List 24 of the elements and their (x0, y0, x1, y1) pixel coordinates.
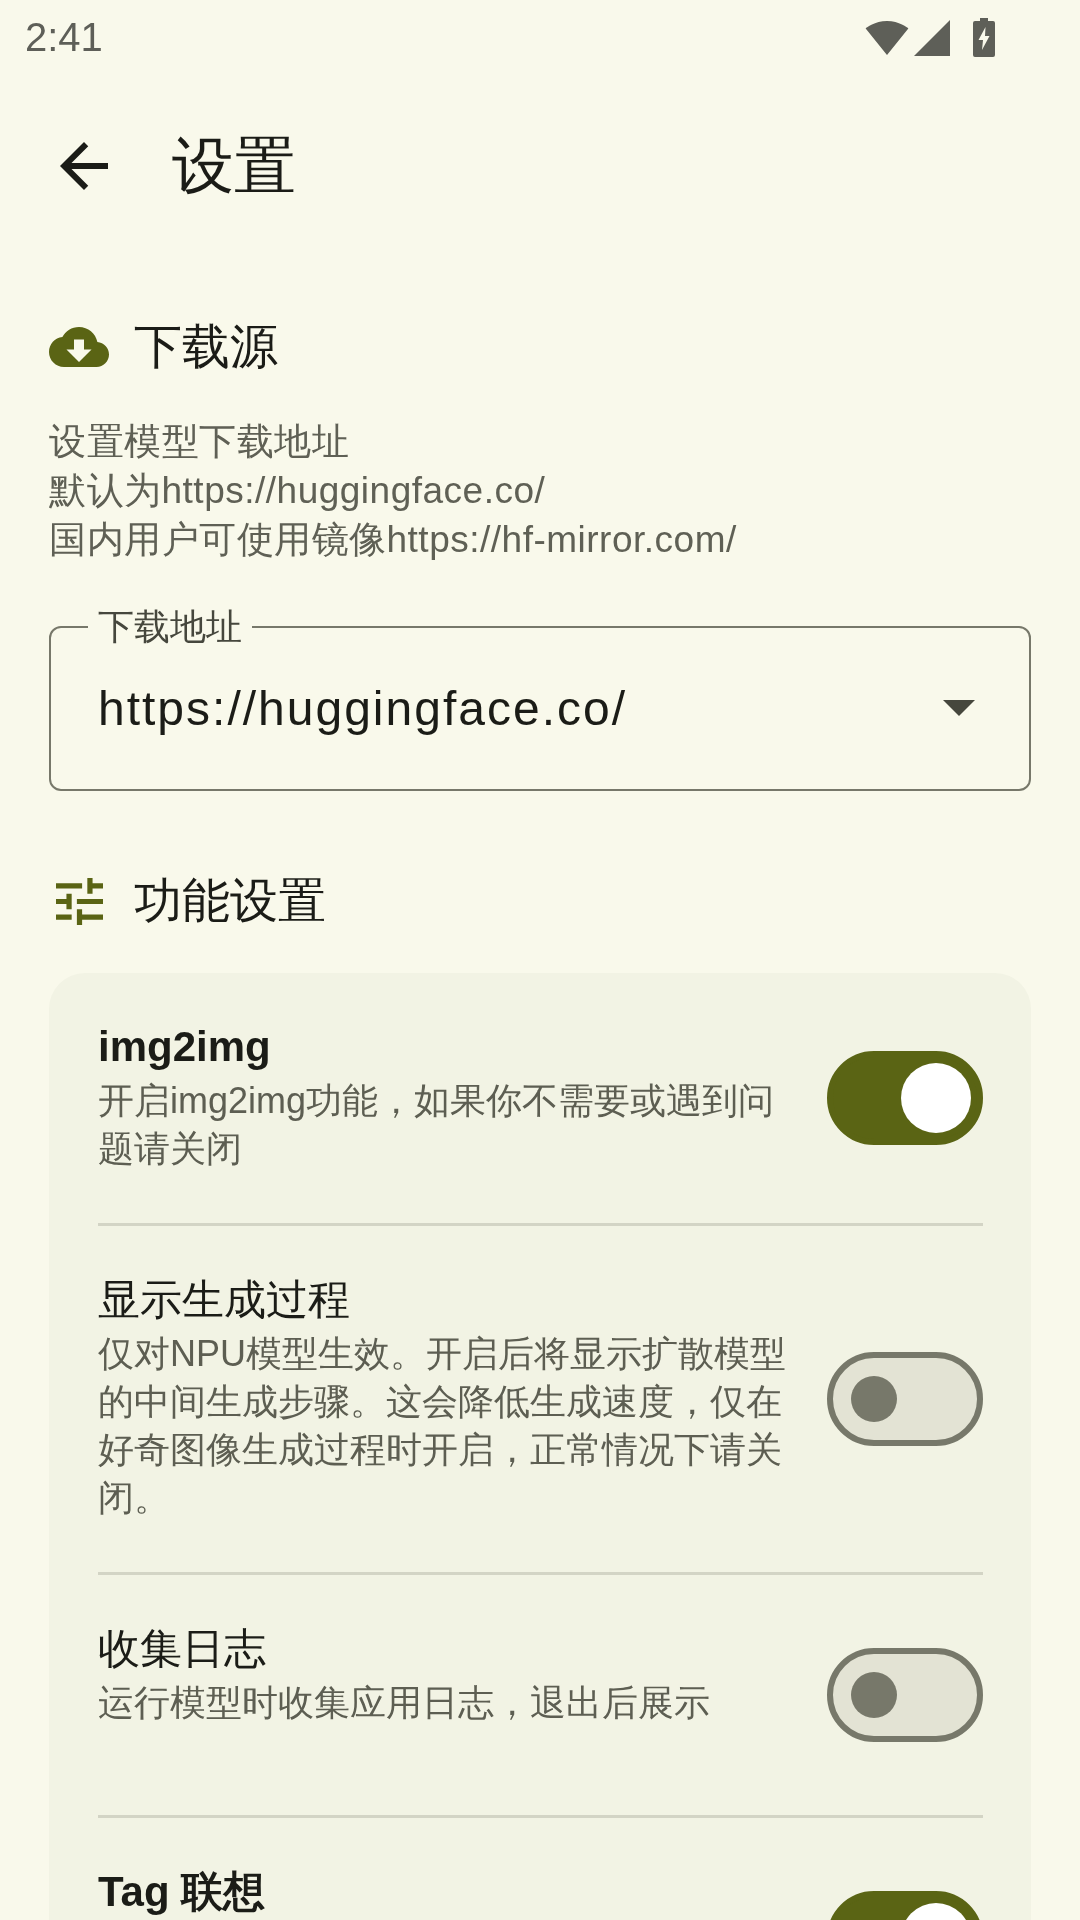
status-time: 2:41 (25, 15, 103, 60)
wifi-icon (865, 20, 909, 55)
description-line: 默认为https://huggingface.co/ (49, 469, 547, 513)
section-title: 下载源 (134, 319, 278, 375)
description-line: 国内用户可使用镜像https://hf-mirror.com/ (49, 518, 738, 562)
description-line: 设置模型下载地址 (49, 420, 350, 464)
dropdown-caret-icon (943, 700, 975, 716)
setting-title: Tag 联想 (98, 1868, 267, 1916)
field-label: 下载地址 (97, 607, 243, 647)
url-dropdown[interactable]: 下载地址 https://huggingface.co/ (49, 607, 1031, 791)
setting-description: 仅对NPU模型生效。开启后将显示扩散模型的中间生成步骤。这会降低生成速度，仅在好奇图像生成过程时开启，正常情况下请关闭。 (98, 1332, 787, 1520)
signal-icon (914, 19, 950, 56)
setting-description: 运行模型时收集应用日志，退出后展示 (98, 1681, 711, 1725)
setting-title: img2img (98, 1023, 272, 1071)
setting-title: 收集日志 (98, 1625, 267, 1673)
cloud-download-icon (49, 327, 109, 367)
setting-title: 显示生成过程 (98, 1276, 351, 1324)
page-title: 设置 (172, 130, 296, 202)
section-title: 功能设置 (134, 873, 326, 929)
setting-description: 开启img2img功能，如果你不需要或遇到问题请关闭 (98, 1079, 776, 1171)
back-arrow-icon (60, 142, 108, 190)
sliders-icon (55, 877, 103, 925)
selected-value: https://huggingface.co/ (98, 680, 627, 736)
battery-charging-icon (972, 18, 996, 57)
